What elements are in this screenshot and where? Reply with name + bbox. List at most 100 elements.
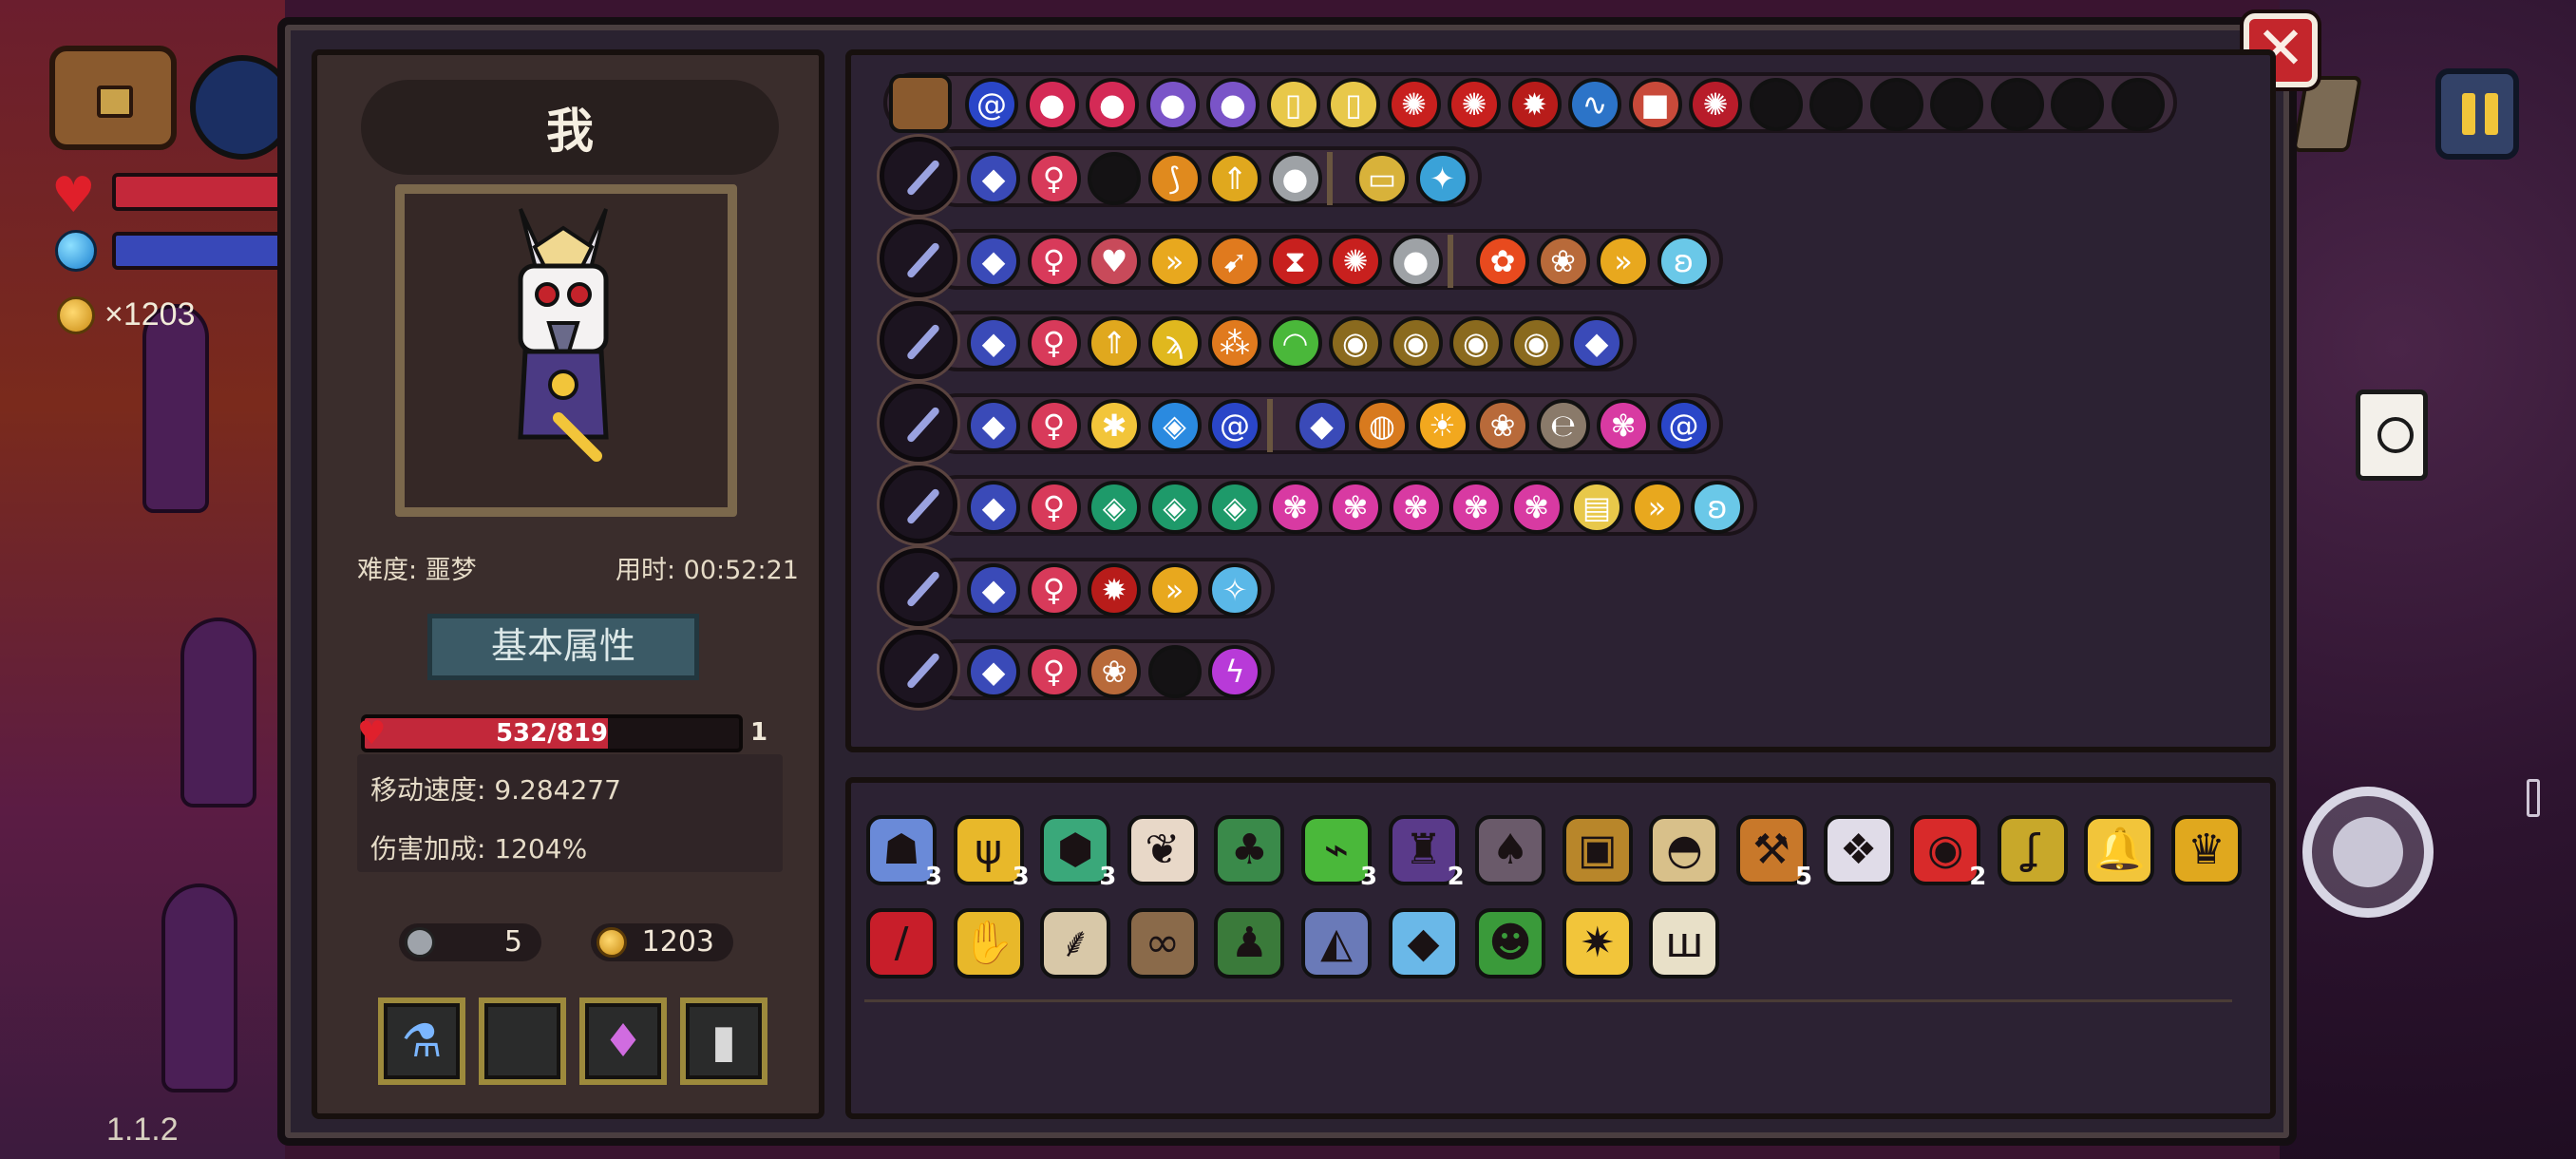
consumable-slot[interactable]: ▮ xyxy=(680,998,767,1085)
swirl-square-icon[interactable]: ◈ xyxy=(1147,398,1202,452)
coil-icon[interactable]: ℮ xyxy=(1536,398,1590,452)
signal-icon[interactable]: ◉ xyxy=(1389,316,1443,370)
armor-icon[interactable]: ♠ xyxy=(1475,815,1546,885)
red-scarf-icon[interactable]: / xyxy=(866,908,937,978)
puff-icon[interactable]: ✱ xyxy=(1088,398,1141,452)
petal-icon[interactable]: ✾ xyxy=(1449,481,1503,534)
ore-icon[interactable]: ◭ xyxy=(1301,908,1372,978)
spellbook-icon[interactable] xyxy=(2356,390,2428,481)
consumable-slot[interactable]: ⚗ xyxy=(378,998,465,1085)
bread-icon[interactable]: ◓ xyxy=(1649,815,1720,885)
empty-skill-slot[interactable] xyxy=(1088,152,1141,205)
petal-icon[interactable]: ✾ xyxy=(1389,481,1443,534)
figure-icon[interactable]: ♀ xyxy=(1027,481,1081,534)
gem-icon[interactable]: ◆ xyxy=(967,562,1020,617)
flame-arrow-icon[interactable]: ➹ xyxy=(1208,234,1261,288)
fire-burst-icon[interactable]: ✹ xyxy=(1507,78,1562,131)
flower-icon[interactable]: ❀ xyxy=(1476,398,1529,452)
crate-icon[interactable]: ▣ xyxy=(1562,815,1633,885)
figure-icon[interactable]: ♀ xyxy=(1027,562,1081,617)
figure-icon[interactable]: ♀ xyxy=(1027,398,1081,452)
arrow-up-icon[interactable]: ⇑ xyxy=(1088,316,1141,370)
bell-icon[interactable]: 🔔 xyxy=(2084,815,2155,885)
gem-icon[interactable]: ◆ xyxy=(1295,398,1349,452)
fire-flower-icon[interactable]: ✿ xyxy=(1476,234,1529,288)
strawberry-icon[interactable]: ● xyxy=(1025,78,1079,131)
lightning-icon[interactable]: ϟ xyxy=(1208,645,1261,698)
tri-orb-icon[interactable]: ⁂ xyxy=(1208,316,1261,370)
fire-burst-icon[interactable]: ✹ xyxy=(1088,562,1141,617)
empty-skill-slot[interactable] xyxy=(1930,78,1983,131)
feather-icon[interactable]: ❦ xyxy=(1127,815,1198,885)
figure-icon[interactable]: ♀ xyxy=(1027,316,1081,370)
spiral-icon[interactable]: @ xyxy=(1208,398,1261,452)
frog-icon[interactable]: ☻ xyxy=(1475,908,1546,978)
wand-icon[interactable] xyxy=(880,630,957,708)
vortex-icon[interactable]: ✺ xyxy=(1448,78,1501,131)
empty-skill-slot[interactable] xyxy=(1869,78,1923,131)
mouse-icon[interactable]: ▭ xyxy=(1355,152,1409,205)
double-chevron-icon[interactable]: » xyxy=(1147,234,1202,288)
figure-icon[interactable]: ♀ xyxy=(1027,152,1081,205)
signal-icon[interactable]: ◉ xyxy=(1509,316,1563,370)
empty-skill-slot[interactable] xyxy=(1809,78,1863,131)
rainbow-icon[interactable]: ◠ xyxy=(1268,316,1322,370)
flower-icon[interactable]: ❀ xyxy=(1536,234,1590,288)
gem-icon[interactable]: ◆ xyxy=(967,481,1020,534)
crystal-shard-icon[interactable]: ❖ xyxy=(1823,815,1894,885)
butterfly-icon[interactable]: ʚ xyxy=(1691,481,1744,534)
worm-icon[interactable]: ʆ xyxy=(1997,815,2068,885)
empty-skill-slot[interactable] xyxy=(1990,78,2044,131)
gem-icon[interactable]: ◆ xyxy=(967,645,1020,698)
wand-icon[interactable] xyxy=(880,547,957,626)
wand-icon[interactable] xyxy=(880,466,957,543)
double-chevron-icon[interactable]: » xyxy=(1147,562,1202,617)
empty-skill-slot[interactable] xyxy=(2111,78,2165,131)
gem-icon[interactable]: ◆ xyxy=(967,398,1020,452)
virtual-joystick[interactable] xyxy=(2302,787,2434,918)
crystal-icon[interactable]: ✦ xyxy=(1415,152,1469,205)
consumable-slot[interactable] xyxy=(479,998,566,1085)
grape-icon[interactable]: ● xyxy=(1146,78,1200,131)
stone-icon[interactable]: ● xyxy=(1268,152,1322,205)
signal-icon[interactable]: ◉ xyxy=(1329,316,1382,370)
flower-icon[interactable]: ❀ xyxy=(1088,645,1141,698)
heart-organ-icon[interactable]: ♥ xyxy=(1088,234,1141,288)
box-icon[interactable]: ■ xyxy=(1628,78,1682,131)
petal-icon[interactable]: ✾ xyxy=(1268,481,1322,534)
inventory-chest-button[interactable] xyxy=(49,46,177,150)
consumable-slot[interactable]: ♦ xyxy=(579,998,667,1085)
spiral-icon[interactable]: @ xyxy=(1657,398,1711,452)
book-icon[interactable]: ▤ xyxy=(1570,481,1623,534)
chalice-icon[interactable]: ♛ xyxy=(2171,815,2242,885)
quill-icon[interactable]: ⸙ xyxy=(1040,908,1111,978)
empty-skill-slot[interactable] xyxy=(1749,78,1803,131)
bow-icon[interactable]: ⟆ xyxy=(1147,152,1202,205)
planet-icon[interactable]: ◍ xyxy=(1355,398,1409,452)
sun-icon[interactable]: ☀ xyxy=(1415,398,1469,452)
petal-icon[interactable]: ✾ xyxy=(1597,398,1650,452)
gem-icon[interactable]: ◆ xyxy=(967,152,1020,205)
sprout-icon[interactable]: ♣ xyxy=(1214,815,1285,885)
wand-icon[interactable] xyxy=(880,218,957,297)
snake-icon[interactable]: ∿ xyxy=(1568,78,1621,131)
figure-icon[interactable]: ♀ xyxy=(1027,645,1081,698)
pause-button[interactable] xyxy=(2435,68,2519,160)
spiral-icon[interactable]: @ xyxy=(965,78,1018,131)
petal-icon[interactable]: ✾ xyxy=(1329,481,1382,534)
vortex-icon[interactable]: ✺ xyxy=(1387,78,1441,131)
basic-attributes-tab[interactable]: 基本属性 xyxy=(427,614,699,680)
card-icon[interactable]: ▯ xyxy=(1327,78,1380,131)
chest-icon[interactable] xyxy=(889,74,952,133)
double-chevron-icon[interactable]: » xyxy=(1630,481,1684,534)
card-icon[interactable]: ▯ xyxy=(1266,78,1320,131)
petal-icon[interactable]: ✾ xyxy=(1509,481,1563,534)
vortex-icon[interactable]: ✺ xyxy=(1329,234,1382,288)
figure-icon[interactable]: ♀ xyxy=(1027,234,1081,288)
wand-icon[interactable] xyxy=(880,301,957,379)
sparkle-icon[interactable]: ✧ xyxy=(1208,562,1261,617)
gauntlet-icon[interactable]: ✋ xyxy=(953,908,1024,978)
claw-icon[interactable]: ϡ xyxy=(1147,316,1202,370)
bone-icon[interactable]: ∞ xyxy=(1127,908,1198,978)
emerald-icon[interactable]: ◈ xyxy=(1147,481,1202,534)
